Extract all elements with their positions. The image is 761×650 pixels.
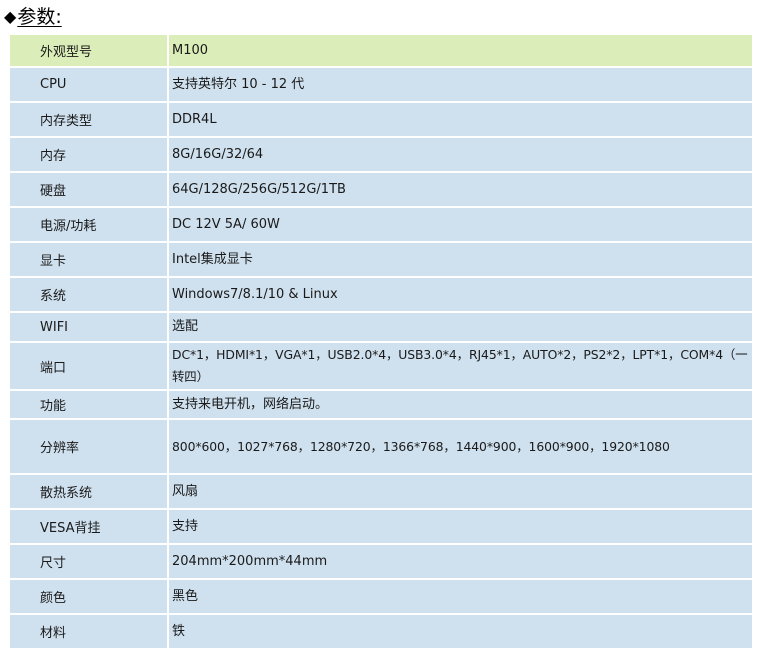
row-label: 硬盘: [8, 171, 169, 208]
row-value: Windows7/8.1/10 & Linux: [167, 276, 754, 313]
row-label: 内存类型: [8, 101, 169, 138]
table-row: 散热系统 风扇: [8, 473, 754, 510]
table-row: 外观型号 M100: [8, 33, 754, 68]
table-row: 功能 支持来电开机，网络启动。: [8, 389, 754, 420]
row-value: 支持来电开机，网络启动。: [167, 389, 754, 420]
table-row: 颜色 黑色: [8, 578, 754, 615]
row-value: 风扇: [167, 473, 754, 510]
row-label: 颜色: [8, 578, 169, 615]
row-value: 黑色: [167, 578, 754, 615]
table-row: 内存类型 DDR4L: [8, 101, 754, 138]
table-row: 材料 铁: [8, 613, 754, 650]
row-label: WIFI: [8, 311, 169, 343]
diamond-bullet-icon: ◆: [4, 7, 17, 26]
row-label: 材料: [8, 613, 169, 650]
row-value: 铁: [167, 613, 754, 650]
table-row: 显卡 Intel集成显卡: [8, 241, 754, 278]
row-value: 支持: [167, 508, 754, 545]
row-label: 分辨率: [8, 418, 169, 475]
table-row: CPU 支持英特尔 10 - 12 代: [8, 66, 754, 103]
row-value: DDR4L: [167, 101, 754, 138]
row-label: 系统: [8, 276, 169, 313]
table-row: 硬盘 64G/128G/256G/512G/1TB: [8, 171, 754, 208]
table-row: 电源/功耗 DC 12V 5A/ 60W: [8, 206, 754, 243]
table-row: WIFI 选配: [8, 311, 754, 343]
table-row: 端口 DC*1，HDMI*1，VGA*1，USB2.0*4，USB3.0*4，R…: [8, 341, 754, 391]
row-value: 204mm*200mm*44mm: [167, 543, 754, 580]
table-row: 分辨率 800*600，1027*768，1280*720，1366*768，1…: [8, 418, 754, 475]
row-label: 功能: [8, 389, 169, 420]
section-heading: ◆ 参数:: [4, 3, 62, 31]
row-label: CPU: [8, 66, 169, 103]
row-label: 内存: [8, 136, 169, 173]
row-label: 尺寸: [8, 543, 169, 580]
row-value: Intel集成显卡: [167, 241, 754, 278]
row-label: 电源/功耗: [8, 206, 169, 243]
row-value: M100: [167, 33, 754, 68]
row-value: 支持英特尔 10 - 12 代: [167, 66, 754, 103]
row-value: 800*600，1027*768，1280*720，1366*768，1440*…: [167, 418, 754, 475]
row-value: DC 12V 5A/ 60W: [167, 206, 754, 243]
row-value: DC*1，HDMI*1，VGA*1，USB2.0*4，USB3.0*4，RJ45…: [167, 341, 754, 391]
row-value: 8G/16G/32/64: [167, 136, 754, 173]
row-label: VESA背挂: [8, 508, 169, 545]
table-row: 系统 Windows7/8.1/10 & Linux: [8, 276, 754, 313]
table-row: VESA背挂 支持: [8, 508, 754, 545]
section-title: 参数:: [17, 6, 62, 28]
row-label: 散热系统: [8, 473, 169, 510]
row-value: 选配: [167, 311, 754, 343]
row-label: 端口: [8, 341, 169, 391]
row-label: 外观型号: [8, 33, 169, 68]
row-value: 64G/128G/256G/512G/1TB: [167, 171, 754, 208]
row-label: 显卡: [8, 241, 169, 278]
table-row: 尺寸 204mm*200mm*44mm: [8, 543, 754, 580]
table-row: 内存 8G/16G/32/64: [8, 136, 754, 173]
spec-table: 外观型号 M100 CPU 支持英特尔 10 - 12 代 内存类型 DDR4L…: [8, 33, 754, 650]
